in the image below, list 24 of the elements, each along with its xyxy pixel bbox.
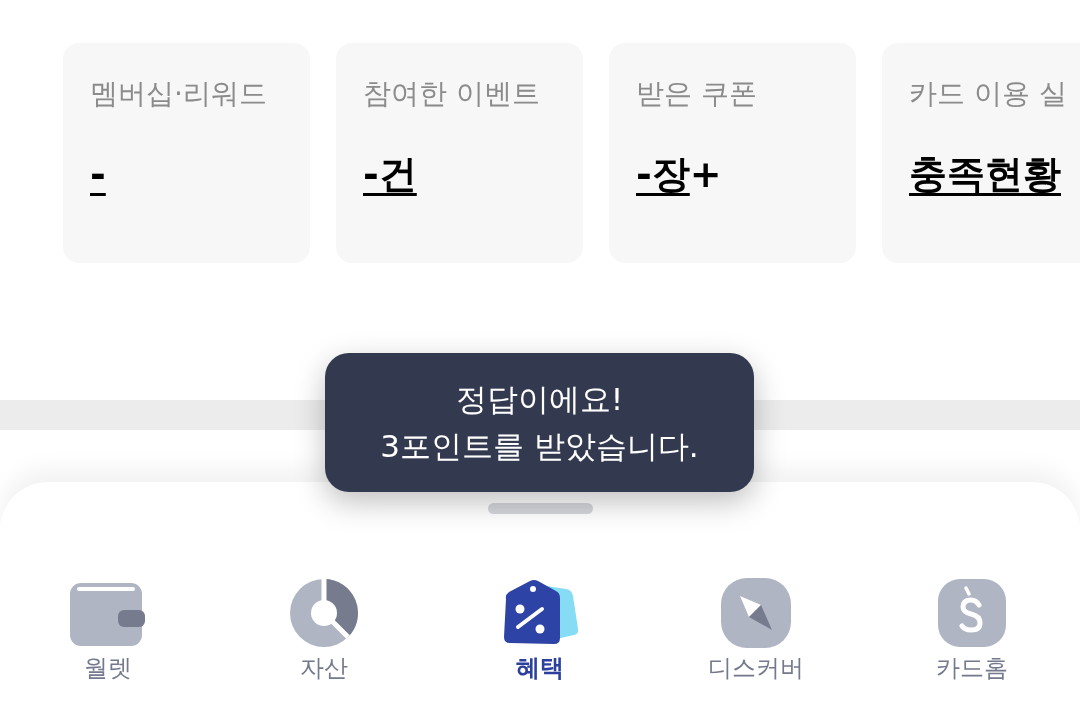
nav-tab[interactable]: 자산 xyxy=(289,577,359,684)
toast-message: 정답이에요! 3포인트를 받았습니다. xyxy=(380,379,699,466)
card-label: 참여한 이벤트 xyxy=(363,76,540,112)
nav-tab[interactable]: 월렛 xyxy=(70,577,146,684)
card-value-link[interactable]: 충족현황 xyxy=(909,150,1061,199)
card-label: 멤버십·리워드 xyxy=(90,76,267,112)
card-value-link[interactable]: -건 xyxy=(363,150,417,199)
summary-card[interactable]: 받은 쿠폰 -장+ xyxy=(609,43,856,263)
card-value-link[interactable]: - xyxy=(90,150,106,199)
card-label: 받은 쿠폰 xyxy=(636,76,757,112)
summary-card[interactable]: 참여한 이벤트 -건 xyxy=(336,43,583,263)
wallet-icon xyxy=(70,580,146,646)
nav-tab[interactable]: 카드홈 xyxy=(936,577,1008,684)
pie-chart-icon xyxy=(289,578,359,648)
drag-handle[interactable] xyxy=(487,503,593,514)
nav-tab[interactable]: 혜택 xyxy=(500,577,580,684)
compass-icon xyxy=(721,578,791,648)
summary-card[interactable]: 카드 이용 실 충족현황 xyxy=(882,43,1080,263)
card-value-link[interactable]: -장 xyxy=(636,150,690,199)
s-mark-icon xyxy=(938,579,1006,647)
nav-tab[interactable]: 디스커버 xyxy=(708,577,804,684)
summary-card[interactable]: 멤버십·리워드 - xyxy=(63,43,310,263)
card-label: 카드 이용 실 xyxy=(909,76,1067,112)
plus-sign: + xyxy=(689,151,722,198)
